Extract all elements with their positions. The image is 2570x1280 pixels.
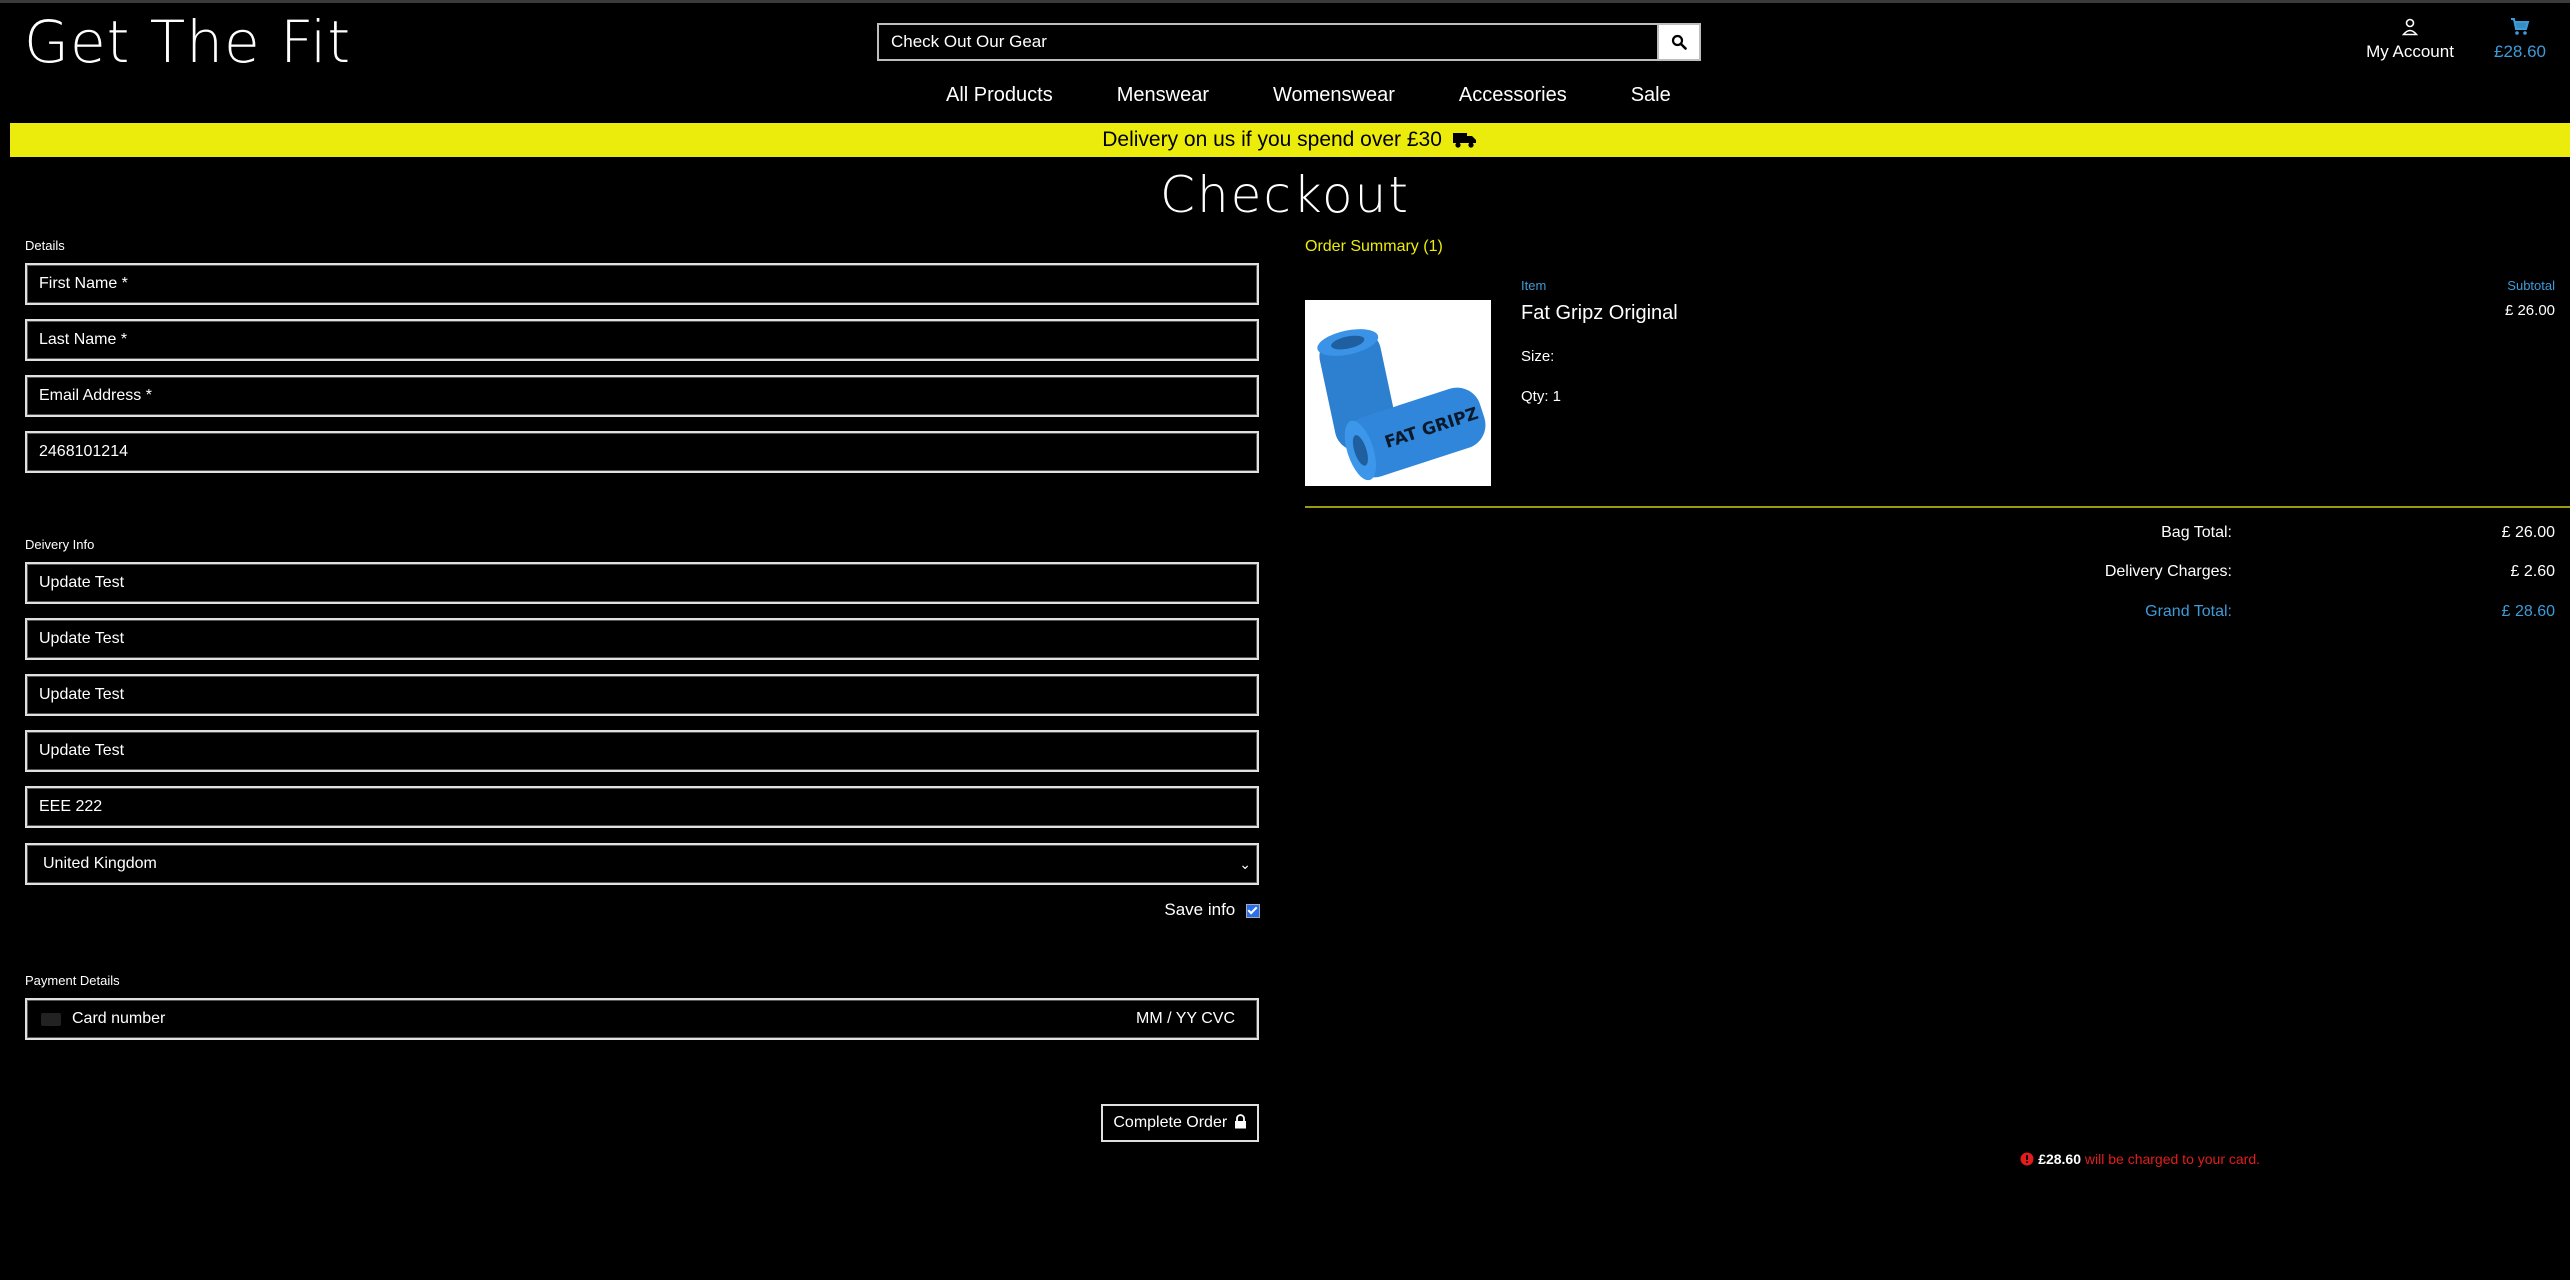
- alert-icon: [2020, 1152, 2034, 1166]
- last-name-field[interactable]: Last Name *: [25, 319, 1259, 361]
- product-subtotal: £ 26.00: [2504, 302, 2555, 319]
- search-button[interactable]: [1657, 25, 1699, 59]
- phone-field[interactable]: 2468101214: [25, 431, 1259, 473]
- delivery-banner: Delivery on us if you spend over £30: [10, 123, 2570, 157]
- charge-notice: £28.60 will be charged to your card.: [900, 1151, 2260, 1167]
- bag-total-value: £ 26.00: [2501, 524, 2555, 541]
- delivery-banner-text: Delivery on us if you spend over £30: [1102, 128, 1442, 151]
- save-info-checkbox[interactable]: [1246, 903, 1260, 918]
- product-size: Size:: [1521, 348, 1555, 365]
- country-value: United Kingdom: [43, 855, 157, 872]
- chevron-down-icon: ⌄: [1239, 856, 1251, 872]
- country-select[interactable]: United Kingdom ⌄: [25, 843, 1259, 885]
- product-image: FAT GRIPZ: [1305, 300, 1491, 486]
- address-line-2-field[interactable]: Update Test: [25, 618, 1259, 660]
- delivery-charges-label: Delivery Charges:: [2104, 563, 2232, 580]
- order-summary-title: Order Summary (1): [1305, 238, 1443, 255]
- complete-order-label: Complete Order: [1113, 1114, 1228, 1131]
- column-item-header: Item: [1521, 278, 1547, 293]
- summary-divider: [1305, 506, 2570, 508]
- nav-womenswear[interactable]: Womenswear: [1273, 84, 1395, 107]
- complete-order-button[interactable]: Complete Order: [1101, 1104, 1259, 1142]
- search-input[interactable]: Check Out Our Gear: [879, 25, 1657, 59]
- card-element[interactable]: Card number MM / YY CVC: [25, 998, 1259, 1040]
- save-info-label: Save info: [1164, 900, 1236, 919]
- save-info: Save info: [1100, 900, 1260, 920]
- details-heading: Details: [25, 238, 65, 253]
- search-bar[interactable]: Check Out Our Gear: [877, 23, 1701, 61]
- delivery-heading: Deivery Info: [25, 537, 95, 552]
- truck-icon: [1452, 133, 1476, 149]
- county-field[interactable]: Update Test: [25, 730, 1259, 772]
- address-line-1-field[interactable]: Update Test: [25, 562, 1259, 604]
- lock-icon: [1234, 1114, 1246, 1129]
- charge-text: will be charged to your card.: [2084, 1151, 2260, 1167]
- grand-total-value: £ 28.60: [2501, 603, 2555, 620]
- my-account-label: My Account: [2366, 42, 2454, 61]
- nav-menswear[interactable]: Menswear: [1117, 84, 1209, 107]
- email-field[interactable]: Email Address *: [25, 375, 1259, 417]
- shopping-bag-link[interactable]: £28.60: [2490, 18, 2550, 62]
- user-icon: [2402, 18, 2418, 36]
- main-nav: All Products Menswear Womenswear Accesso…: [946, 84, 1671, 107]
- nav-sale[interactable]: Sale: [1631, 84, 1671, 107]
- column-subtotal-header: Subtotal: [2507, 278, 2555, 293]
- charge-amount: £28.60: [2038, 1151, 2082, 1167]
- product-quantity: Qty: 1: [1521, 388, 1562, 405]
- postcode-field[interactable]: EEE 222: [25, 786, 1259, 828]
- page-title: Checkout: [1160, 166, 1410, 224]
- site-logo[interactable]: Get The Fit: [24, 6, 351, 78]
- bag-total: £28.60: [2494, 42, 2546, 61]
- payment-heading: Payment Details: [25, 973, 120, 988]
- town-field[interactable]: Update Test: [25, 674, 1259, 716]
- expiry-cvc-field[interactable]: MM / YY CVC: [1136, 1000, 1235, 1038]
- cart-icon: [2511, 18, 2530, 35]
- nav-all-products[interactable]: All Products: [946, 84, 1053, 107]
- grand-total-label: Grand Total:: [2145, 603, 2232, 620]
- my-account-link[interactable]: My Account: [2360, 18, 2460, 62]
- delivery-charges-value: £ 2.60: [2510, 563, 2555, 580]
- top-border: [0, 0, 2570, 3]
- card-number-field[interactable]: Card number: [72, 1000, 165, 1038]
- bag-total-label: Bag Total:: [2161, 524, 2232, 541]
- nav-accessories[interactable]: Accessories: [1459, 84, 1567, 107]
- card-icon: [41, 1013, 61, 1026]
- search-icon: [1671, 34, 1687, 50]
- product-name[interactable]: Fat Gripz Original: [1521, 302, 1678, 325]
- first-name-field[interactable]: First Name *: [25, 263, 1259, 305]
